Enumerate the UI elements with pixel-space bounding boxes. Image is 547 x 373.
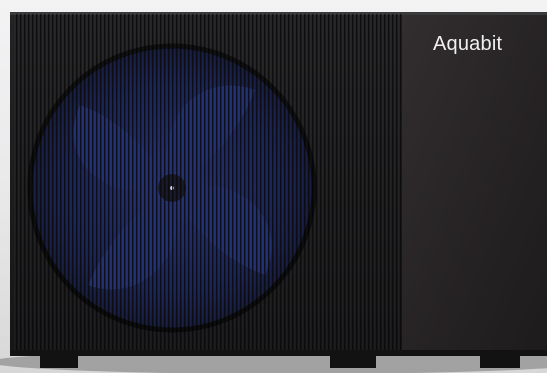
heat-pump-photo: Aquabit — [0, 0, 547, 373]
foot-left — [40, 354, 78, 368]
bottom-edge — [10, 350, 547, 356]
brand-logo: Aquabit — [433, 33, 503, 55]
grille-fins — [14, 14, 402, 352]
foot-middle — [330, 354, 376, 368]
foot-right — [480, 354, 520, 368]
heat-pump-unit-drawing — [0, 12, 547, 373]
side-panel — [402, 12, 547, 354]
